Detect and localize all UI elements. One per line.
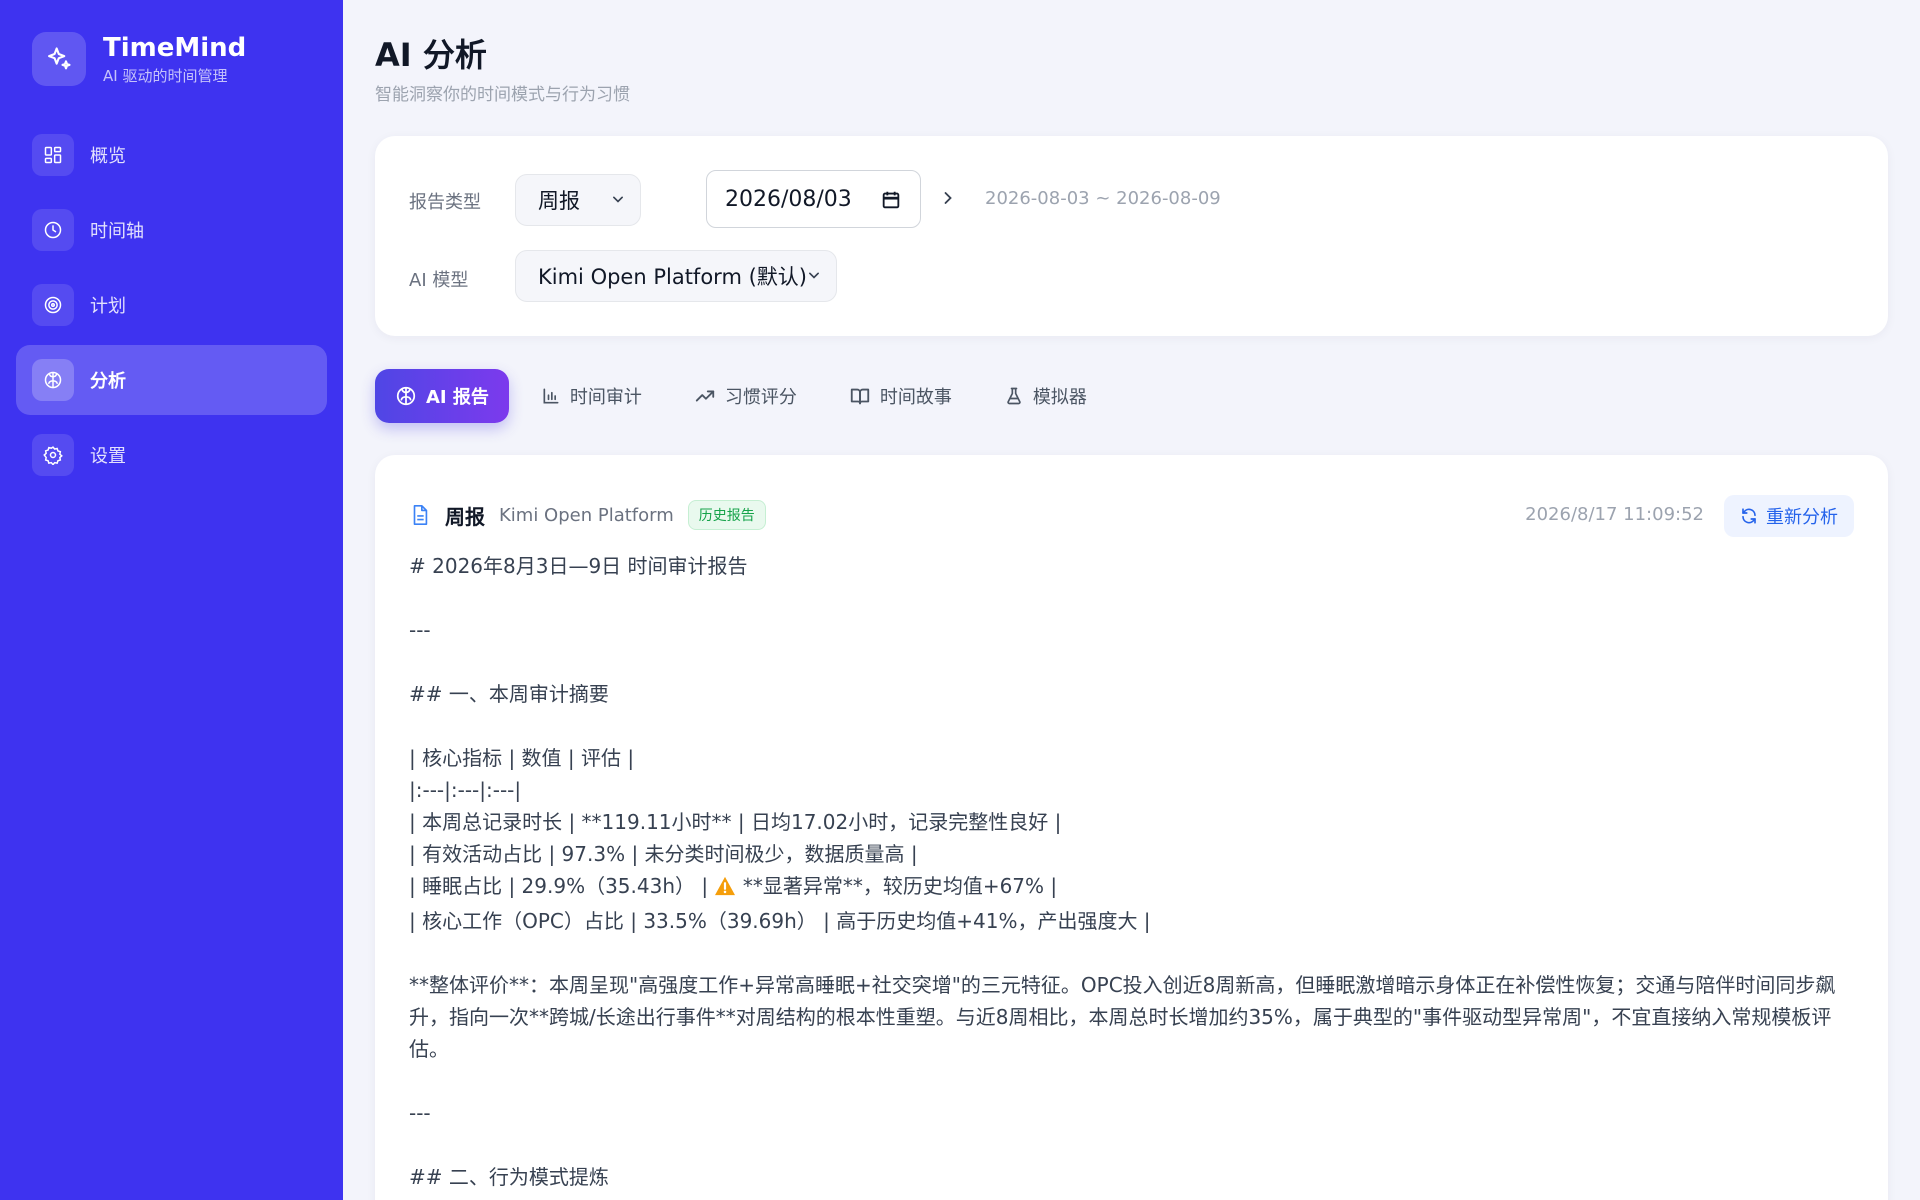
chevron-right-icon	[944, 192, 952, 204]
report-header: 周报 Kimi Open Platform 历史报告 2026/8/17 11:…	[409, 495, 1854, 537]
report-type-select[interactable]: 周报	[515, 174, 641, 226]
next-period-button[interactable]	[936, 186, 960, 210]
table-row: | 睡眠占比 | 29.9%（35.43h） | **显著异常**，较历史均值+…	[409, 870, 1859, 905]
model-label: AI 模型	[409, 270, 469, 291]
sidebar-item-label: 设置	[90, 446, 126, 467]
document-icon	[409, 503, 431, 527]
sidebar-item-overview[interactable]: 概览	[16, 120, 327, 190]
brain-icon	[395, 385, 417, 407]
flask-icon	[1004, 386, 1024, 406]
grid-icon	[32, 134, 74, 176]
clock-icon	[32, 209, 74, 251]
reanalyze-button[interactable]: 重新分析	[1724, 495, 1854, 537]
warning-icon	[714, 873, 736, 905]
table-header-row: | 核心指标 | 数值 | 评估 |	[409, 746, 635, 770]
report-model: Kimi Open Platform	[499, 504, 674, 526]
table-separator-row: |:---|:---|:---|	[409, 778, 522, 802]
table-row-text: | 睡眠占比 | 29.9%（35.43h） |	[409, 874, 715, 898]
tab-label: 时间故事	[879, 387, 952, 408]
table-row: | 本周总记录时长 | **119.11小时** | 日均17.02小时，记录完…	[409, 810, 1062, 834]
refresh-icon	[1740, 507, 1758, 525]
chevron-down-icon	[804, 265, 824, 290]
brand-title: TimeMind	[103, 32, 247, 63]
bar-chart-icon	[541, 386, 561, 406]
report-type-label: 报告类型	[409, 192, 481, 213]
date-input[interactable]: 2026/08/03	[706, 170, 921, 228]
sidebar-item-analysis[interactable]: 分析	[16, 345, 327, 415]
table-row: | 核心工作（OPC）占比 | 33.5%（39.69h） | 高于历史均值+4…	[409, 909, 1151, 933]
filter-card: 报告类型 周报 2026/08/03 2026-08-03 ~ 2026-08-…	[375, 136, 1888, 336]
report-heading: # 2026年8月3日—9日 时间审计报告	[409, 554, 748, 578]
tab-time-story[interactable]: 时间故事	[829, 369, 972, 423]
sidebar-item-label: 概览	[90, 146, 126, 167]
target-icon	[32, 284, 74, 326]
sidebar-item-timeline[interactable]: 时间轴	[16, 195, 327, 265]
report-section-heading: ## 二、行为模式提炼	[409, 1165, 609, 1189]
report-timestamp: 2026/8/17 11:09:52	[1525, 504, 1704, 525]
report-summary: **整体评价**：本周呈现"高强度工作+异常高睡眠+社交突增"的三元特征。OPC…	[409, 973, 1836, 1061]
report-title: 周报	[445, 504, 485, 529]
sidebar-nav: 概览 时间轴 计划 分析 设置	[16, 120, 327, 495]
calendar-icon[interactable]	[880, 189, 902, 217]
trend-up-icon	[694, 385, 716, 407]
report-card: 周报 Kimi Open Platform 历史报告 2026/8/17 11:…	[375, 455, 1888, 1200]
table-row-text: **显著异常**，较历史均值+67% |	[736, 874, 1058, 898]
date-range-text: 2026-08-03 ~ 2026-08-09	[985, 188, 1221, 209]
tab-simulator[interactable]: 模拟器	[984, 369, 1107, 423]
tab-ai-report[interactable]: AI 报告	[375, 369, 509, 423]
brain-icon	[32, 359, 74, 401]
page-title: AI 分析	[375, 36, 487, 74]
sparkles-icon	[32, 32, 86, 86]
gear-icon	[32, 434, 74, 476]
main-content: AI 分析 智能洞察你的时间模式与行为习惯 报告类型 周报 2026/08/03…	[343, 0, 1920, 1200]
tab-time-audit[interactable]: 时间审计	[521, 369, 662, 423]
sidebar: TimeMind AI 驱动的时间管理 概览 时间轴 计划 分析 设置	[0, 0, 343, 1200]
tab-habit-score[interactable]: 习惯评分	[674, 369, 817, 423]
tab-label: 模拟器	[1032, 387, 1087, 408]
table-row: | 有效活动占比 | 97.3% | 未分类时间极少，数据质量高 |	[409, 842, 918, 866]
report-divider: ---	[409, 618, 431, 642]
report-body: # 2026年8月3日—9日 时间审计报告 --- ## 一、本周审计摘要 | …	[409, 550, 1859, 1193]
sidebar-item-plan[interactable]: 计划	[16, 270, 327, 340]
report-section-heading: ## 一、本周审计摘要	[409, 682, 609, 706]
report-divider: ---	[409, 1101, 431, 1125]
chevron-down-icon	[608, 189, 628, 214]
tab-label: 时间审计	[569, 387, 642, 408]
brand: TimeMind AI 驱动的时间管理	[32, 32, 246, 86]
analysis-tabs: AI 报告 时间审计 习惯评分 时间故事 模拟器	[375, 369, 1119, 423]
sidebar-item-label: 时间轴	[90, 221, 144, 242]
sidebar-item-label: 计划	[90, 296, 126, 317]
status-badge: 历史报告	[687, 500, 766, 530]
model-select[interactable]: Kimi Open Platform (默认)	[515, 250, 837, 302]
brand-subtitle: AI 驱动的时间管理	[103, 66, 228, 85]
date-value: 2026/08/03	[725, 186, 852, 212]
reanalyze-label: 重新分析	[1766, 507, 1838, 528]
book-icon	[849, 385, 871, 407]
page-subtitle: 智能洞察你的时间模式与行为习惯	[375, 85, 630, 105]
sidebar-item-settings[interactable]: 设置	[16, 420, 327, 490]
sidebar-item-label: 分析	[90, 371, 126, 392]
tab-label: 习惯评分	[724, 387, 797, 408]
model-value: Kimi Open Platform (默认)	[538, 265, 807, 289]
tab-label: AI 报告	[426, 387, 489, 408]
report-type-value: 周报	[538, 189, 580, 213]
